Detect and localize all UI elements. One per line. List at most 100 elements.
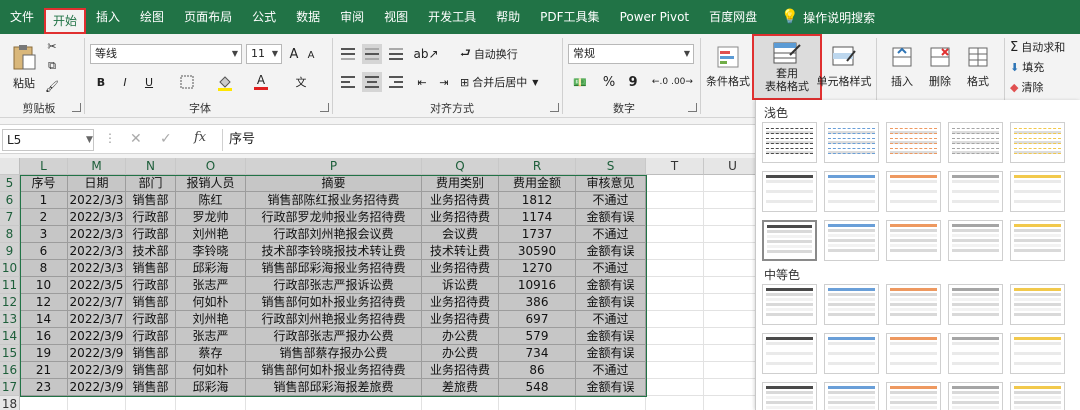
table-style-light-swatch[interactable] (762, 220, 817, 261)
comma-button[interactable]: 9 (624, 72, 642, 92)
table-cell[interactable]: 金额有误 (576, 345, 646, 362)
table-cell[interactable] (646, 192, 704, 209)
table-cell[interactable]: 金额有误 (576, 294, 646, 311)
table-style-medium-swatch[interactable] (1010, 284, 1065, 325)
column-header-M[interactable]: M (68, 158, 126, 175)
row-header[interactable]: 10 (0, 260, 20, 277)
menu-tab-6[interactable]: 数据 (286, 0, 330, 34)
table-cell[interactable] (646, 277, 704, 294)
font-name-select[interactable]: 等线 ▼ (90, 44, 242, 64)
table-cell[interactable]: 销售部何如朴报业务招待费 (246, 294, 422, 311)
table-cell[interactable]: 邱彩海 (176, 379, 246, 396)
table-style-light-swatch[interactable] (824, 122, 879, 163)
delete-cells-button[interactable]: 删除 (920, 38, 960, 96)
row-header[interactable]: 13 (0, 311, 20, 328)
table-cell[interactable]: 2022/3/9 (68, 362, 126, 379)
table-cell[interactable]: 10916 (499, 277, 576, 294)
align-middle-icon[interactable] (362, 44, 382, 64)
table-cell[interactable]: 销售部陈红报业务招待费 (246, 192, 422, 209)
table-style-light-swatch[interactable] (762, 171, 817, 212)
fill-button[interactable]: ⬇ 填充 (1010, 58, 1080, 76)
worksheet-grid[interactable]: L M N O P Q R S T U 5 序号 日期 部门 报销人员 摘要 费用类别 费用金额 审核意见 6 1 202… (0, 158, 755, 410)
increase-decimal-icon[interactable]: ←.0 (650, 72, 670, 92)
table-style-light-swatch[interactable] (948, 220, 1003, 261)
row-header[interactable]: 11 (0, 277, 20, 294)
table-cell[interactable]: 罗龙帅 (176, 209, 246, 226)
table-cell[interactable]: 办公费 (422, 345, 499, 362)
table-cell[interactable] (704, 345, 755, 362)
table-cell[interactable]: 销售部蔡存报办公费 (246, 345, 422, 362)
table-cell[interactable]: 刘州艳 (176, 311, 246, 328)
merge-center-button[interactable]: ⊞ 合并后居中 ▼ (460, 72, 556, 92)
row-header[interactable]: 18 (0, 396, 20, 410)
table-cell[interactable]: 诉讼费 (422, 277, 499, 294)
table-style-medium-swatch[interactable] (886, 382, 941, 410)
row-header[interactable]: 15 (0, 345, 20, 362)
table-cell[interactable]: 8 (20, 260, 68, 277)
table-cell[interactable]: 6 (20, 243, 68, 260)
table-cell[interactable]: 3 (20, 226, 68, 243)
table-cell[interactable]: 697 (499, 311, 576, 328)
table-cell[interactable]: 张志严 (176, 328, 246, 345)
table-cell[interactable]: 技术部 (126, 243, 176, 260)
table-cell[interactable]: 行政部张志严报办公费 (246, 328, 422, 345)
column-header-P[interactable]: P (246, 158, 422, 175)
table-cell[interactable] (646, 243, 704, 260)
table-cell[interactable] (646, 294, 704, 311)
table-cell[interactable]: 金额有误 (576, 243, 646, 260)
table-cell[interactable]: 蔡存 (176, 345, 246, 362)
table-style-light-swatch[interactable] (1010, 122, 1065, 163)
menu-tab-8[interactable]: 视图 (374, 0, 418, 34)
font-color-icon[interactable]: A (250, 72, 272, 92)
fill-color-icon[interactable] (214, 72, 236, 92)
table-style-light-swatch[interactable] (886, 220, 941, 261)
table-cell[interactable]: 30590 (499, 243, 576, 260)
table-cell[interactable] (704, 243, 755, 260)
header-cell[interactable]: 摘要 (246, 175, 422, 192)
table-style-medium-swatch[interactable] (762, 382, 817, 410)
column-header-N[interactable]: N (126, 158, 176, 175)
header-cell[interactable]: 序号 (20, 175, 68, 192)
table-cell[interactable] (646, 379, 704, 396)
table-cell[interactable] (704, 328, 755, 345)
grow-font-button[interactable]: A (286, 44, 302, 64)
table-cell[interactable]: 何如朴 (176, 294, 246, 311)
table-cell[interactable]: 会议费 (422, 226, 499, 243)
table-cell[interactable]: 陈红 (176, 192, 246, 209)
table-cell[interactable]: 办公费 (422, 328, 499, 345)
table-style-light-swatch[interactable] (762, 122, 817, 163)
phonetic-icon[interactable]: 文 (290, 72, 312, 92)
number-launcher-icon[interactable] (688, 103, 697, 112)
header-cell[interactable]: 费用类别 (422, 175, 499, 192)
row-header[interactable]: 17 (0, 379, 20, 396)
accounting-format-icon[interactable]: 💵 (568, 72, 592, 92)
formula-input[interactable]: 序号 (222, 129, 752, 151)
table-cell[interactable]: 行政部 (126, 209, 176, 226)
shrink-font-button[interactable]: A (304, 46, 318, 64)
table-cell[interactable]: 734 (499, 345, 576, 362)
table-style-medium-swatch[interactable] (762, 284, 817, 325)
table-style-light-swatch[interactable] (948, 171, 1003, 212)
table-style-light-swatch[interactable] (824, 171, 879, 212)
table-cell[interactable]: 行政部 (126, 328, 176, 345)
row-header[interactable]: 16 (0, 362, 20, 379)
table-cell[interactable] (704, 294, 755, 311)
paste-button[interactable]: 粘贴 (6, 38, 42, 96)
table-style-medium-swatch[interactable] (886, 333, 941, 374)
table-cell[interactable]: 2022/3/3 (68, 209, 126, 226)
format-painter-icon[interactable]: 🖌 (44, 78, 60, 94)
table-style-light-swatch[interactable] (824, 220, 879, 261)
align-top-icon[interactable] (338, 44, 358, 64)
table-cell[interactable]: 业务招待费 (422, 294, 499, 311)
table-cell[interactable]: 行政部刘州艳报会议费 (246, 226, 422, 243)
table-cell[interactable]: 行政部张志严报诉讼费 (246, 277, 422, 294)
table-cell[interactable]: 行政部刘州艳报业务招待费 (246, 311, 422, 328)
table-style-medium-swatch[interactable] (886, 284, 941, 325)
table-cell[interactable]: 销售部邱彩海报业务招待费 (246, 260, 422, 277)
menu-tab-0[interactable]: 文件 (0, 0, 44, 34)
menu-tab-4[interactable]: 页面布局 (174, 0, 242, 34)
wrap-text-button[interactable]: ⮐ 自动换行 (460, 44, 540, 64)
number-format-select[interactable]: 常规 ▼ (568, 44, 694, 64)
row-header[interactable]: 7 (0, 209, 20, 226)
menu-tab-1[interactable]: 开始 (44, 8, 87, 34)
